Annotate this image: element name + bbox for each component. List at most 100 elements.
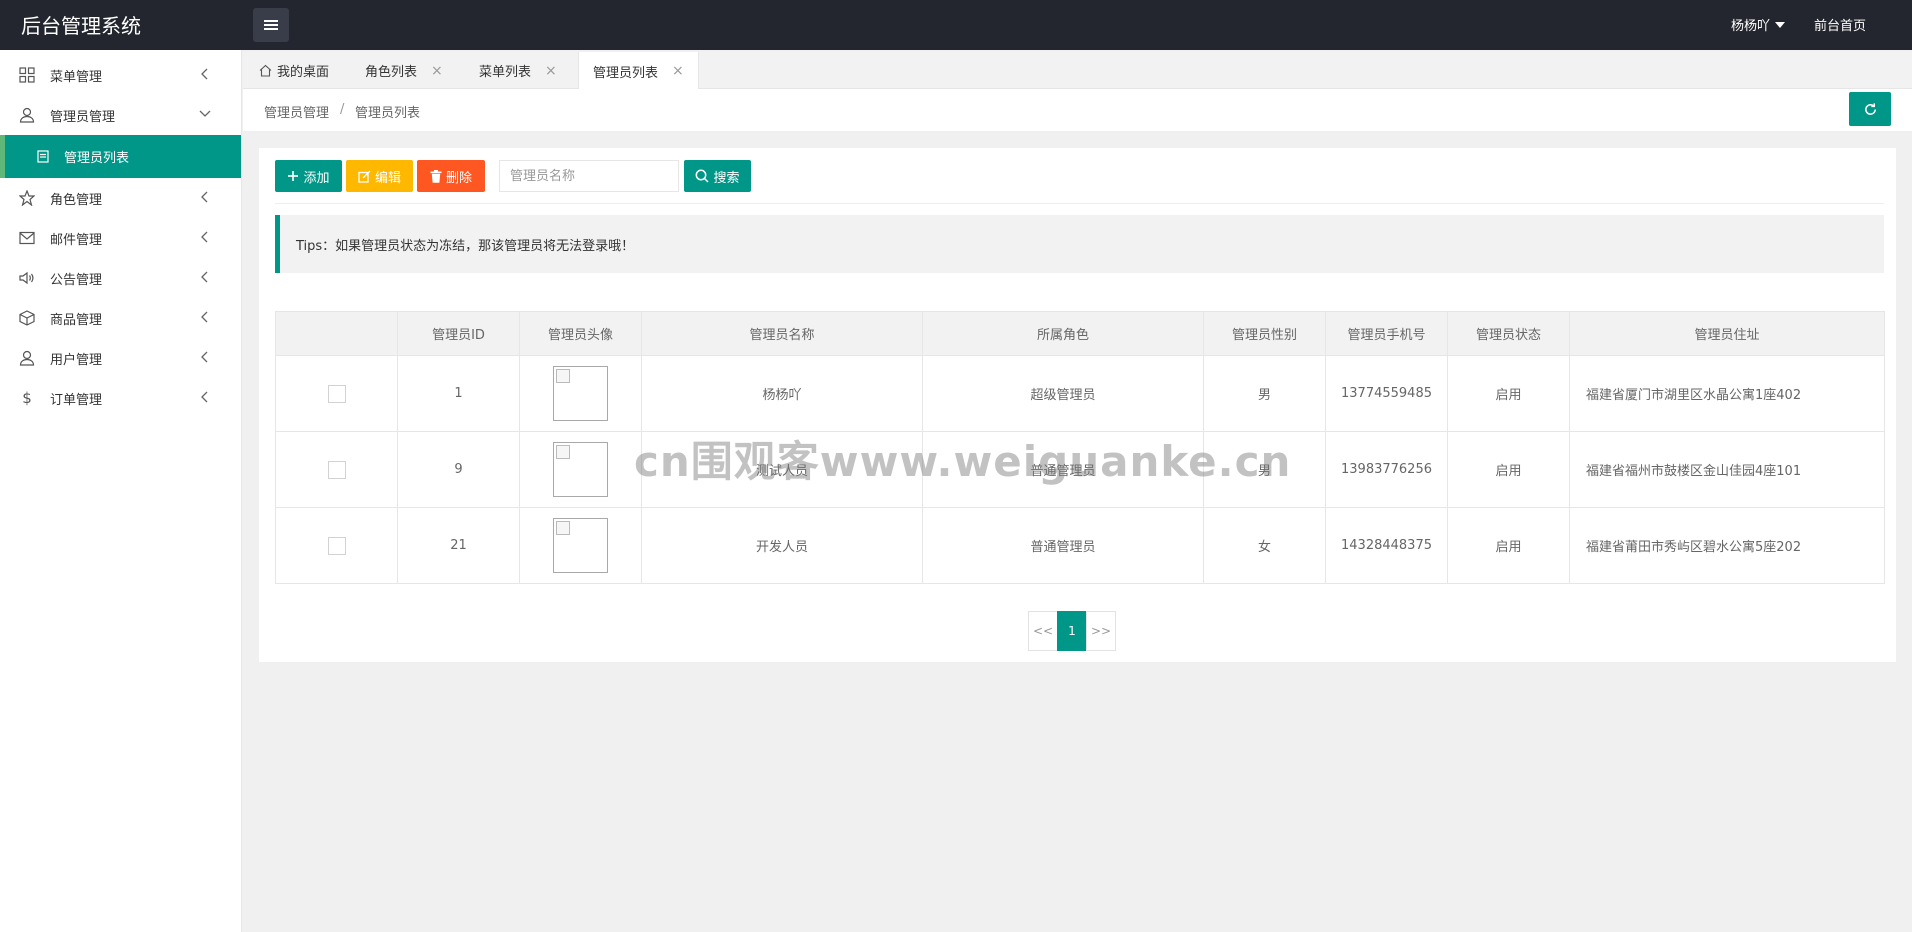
search-button[interactable]: 搜索 [684, 160, 751, 192]
sidebar-item-users[interactable]: 用户管理 [0, 338, 241, 378]
sidebar-item-label: 商品管理 [50, 312, 103, 328]
row-checkbox[interactable] [327, 536, 346, 555]
admin-id: 21 [397, 507, 520, 584]
tips-banner: Tips：如果管理员状态为冻结，那该管理员将无法登录哦！ [275, 215, 1884, 273]
table-row: 9 测试人员 普通管理员 男 13983776256 启用 福建省福州市鼓楼区金… [275, 431, 1885, 508]
avatar-cell [519, 355, 642, 432]
admin-address: 福建省莆田市秀屿区碧水公寓5座202 [1569, 507, 1885, 584]
tab-label: 角色列表 [365, 65, 418, 80]
tab-home[interactable]: 我的桌面 [259, 52, 329, 89]
tab-label: 管理员列表 [593, 65, 659, 81]
sidebar: 菜单管理 管理员管理 管理员列表 角色管理 邮件管理 公告管理 商品管理 用户管… [0, 50, 242, 932]
admin-name: 测试人员 [641, 431, 923, 508]
sidebar-item-notice[interactable]: 公告管理 [0, 258, 241, 298]
avatar [553, 442, 608, 497]
column-header-gender: 管理员性别 [1203, 311, 1326, 356]
refresh-icon [1863, 102, 1878, 117]
tab-role-list[interactable]: 角色列表 × [365, 52, 443, 89]
search-icon [695, 169, 710, 183]
delete-button[interactable]: 删除 [417, 160, 485, 192]
plus-icon [287, 170, 299, 182]
menu-toggle-button[interactable] [253, 8, 289, 42]
sidebar-item-label: 管理员列表 [64, 151, 130, 166]
avatar [553, 366, 608, 421]
chevron-left-icon [198, 67, 212, 81]
trash-icon [430, 169, 442, 183]
column-header-role: 所属角色 [922, 311, 1204, 356]
sidebar-item-label: 菜单管理 [50, 69, 103, 85]
pagination: << 1 >> [1028, 611, 1116, 651]
add-button-label: 添加 [303, 170, 330, 186]
admin-gender: 女 [1203, 507, 1326, 584]
row-select-cell [275, 507, 398, 584]
front-page-link[interactable]: 前台首页 [1814, 15, 1866, 34]
row-checkbox[interactable] [327, 460, 346, 479]
close-icon[interactable]: × [672, 63, 684, 79]
admin-name-search-input[interactable] [499, 160, 679, 192]
chevron-left-icon [198, 270, 212, 284]
edit-icon [358, 170, 371, 183]
chevron-left-icon [198, 230, 212, 244]
sidebar-item-orders[interactable]: $ 订单管理 [0, 378, 241, 418]
admin-name: 杨杨吖 [641, 355, 923, 432]
tab-bar: 我的桌面 角色列表 × 菜单列表 × 管理员列表 × [243, 52, 1912, 90]
chevron-left-icon [198, 310, 212, 324]
page-1-button[interactable]: 1 [1057, 611, 1087, 651]
tab-label: 我的桌面 [277, 65, 330, 80]
tab-admin-list[interactable]: 管理员列表 × [578, 52, 699, 90]
admin-role: 普通管理员 [922, 507, 1204, 584]
user-menu[interactable]: 杨杨吖 [1731, 15, 1786, 34]
star-icon [18, 189, 36, 207]
admin-phone: 13774559485 [1325, 355, 1448, 432]
app-title: 后台管理系统 [21, 14, 141, 38]
admin-address: 福建省厦门市湖里区水晶公寓1座402 [1569, 355, 1885, 432]
search-button-label: 搜索 [713, 170, 740, 186]
user-icon [18, 106, 36, 124]
column-header-avatar: 管理员头像 [519, 311, 642, 356]
edit-button[interactable]: 编辑 [346, 160, 413, 192]
admin-name: 开发人员 [641, 507, 923, 584]
admin-address: 福建省福州市鼓楼区金山佳园4座101 [1569, 431, 1885, 508]
chevron-left-icon [198, 390, 212, 404]
admin-gender: 男 [1203, 431, 1326, 508]
delete-button-label: 删除 [445, 170, 472, 186]
sidebar-item-label: 邮件管理 [50, 232, 103, 248]
sidebar-item-admin[interactable]: 管理员管理 [0, 95, 241, 135]
column-header-id: 管理员ID [397, 311, 520, 356]
mail-icon [18, 229, 36, 247]
add-button[interactable]: 添加 [275, 160, 342, 192]
caret-down-icon [1775, 22, 1786, 28]
sidebar-item-role[interactable]: 角色管理 [0, 178, 241, 218]
top-header: 后台管理系统 杨杨吖 前台首页 [0, 0, 1912, 50]
main-card: 添加 编辑 删除 搜索 Tips：如果管理员状态为冻结，那该管理员将无法登录哦！… [259, 148, 1896, 662]
sidebar-item-label: 角色管理 [50, 192, 103, 208]
tab-label: 菜单列表 [479, 65, 532, 80]
row-select-cell [275, 355, 398, 432]
prev-page-button[interactable]: << [1028, 611, 1058, 651]
breadcrumb: 管理员管理 / 管理员列表 [243, 89, 1912, 132]
admin-phone: 13983776256 [1325, 431, 1448, 508]
table-header-row: 管理员ID 管理员头像 管理员名称 所属角色 管理员性别 管理员手机号 管理员状… [275, 311, 1885, 356]
admin-status: 启用 [1447, 431, 1570, 508]
chevron-down-icon [198, 107, 212, 121]
next-page-button[interactable]: >> [1086, 611, 1116, 651]
sidebar-item-menu[interactable]: 菜单管理 [0, 55, 241, 95]
close-icon[interactable]: × [431, 63, 443, 79]
breadcrumb-current: 管理员列表 [355, 106, 421, 121]
tab-menu-list[interactable]: 菜单列表 × [479, 52, 557, 89]
refresh-button[interactable] [1849, 92, 1891, 126]
user-name: 杨杨吖 [1731, 19, 1771, 34]
close-icon[interactable]: × [545, 63, 557, 79]
column-header-status: 管理员状态 [1447, 311, 1570, 356]
row-checkbox[interactable] [327, 384, 346, 403]
sidebar-item-product[interactable]: 商品管理 [0, 298, 241, 338]
sidebar-item-admin-list[interactable]: 管理员列表 [0, 135, 241, 178]
grid-icon [18, 66, 36, 84]
user-icon [18, 349, 36, 367]
chevron-left-icon [198, 190, 212, 204]
hamburger-icon [264, 19, 278, 31]
breadcrumb-parent[interactable]: 管理员管理 [264, 102, 329, 121]
column-header-select [275, 311, 398, 356]
sidebar-item-mail[interactable]: 邮件管理 [0, 218, 241, 258]
admin-phone: 14328448375 [1325, 507, 1448, 584]
